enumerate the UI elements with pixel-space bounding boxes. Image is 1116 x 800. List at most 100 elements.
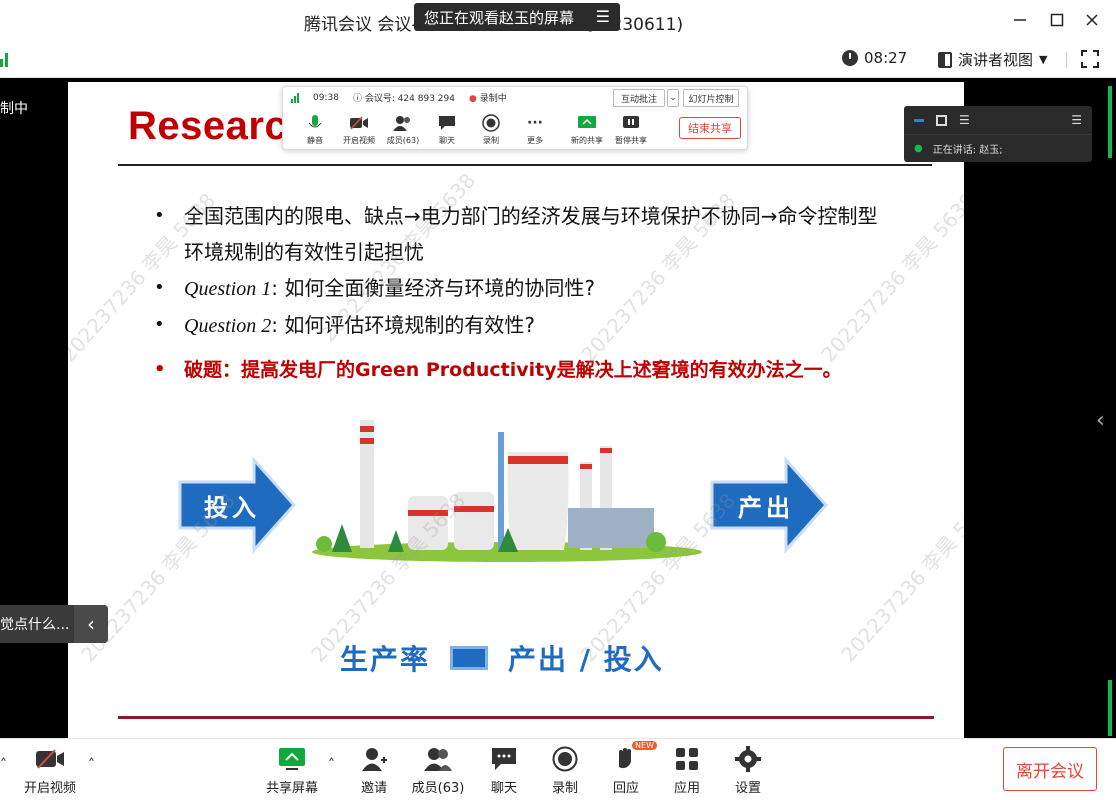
chevron-up-icon[interactable]: ˄: [328, 757, 335, 773]
chat-preview-popup[interactable]: 觉点什么... ‹: [0, 605, 108, 643]
question-text: : 如何评估环境规制的有效性?: [271, 313, 535, 337]
list-icon[interactable]: ☰: [959, 113, 970, 127]
chevron-down-icon: ▼: [1039, 53, 1048, 66]
current-speaker: ● 正在讲话: 赵玉;: [904, 134, 1092, 162]
new-share-button[interactable]: 新的共享: [565, 113, 609, 146]
presentation-slide: Researc 全国范围内的限电、缺点→电力部门的经济发展与环境保护不协同→命令…: [68, 82, 964, 738]
apps-icon: [672, 745, 702, 773]
slide-control-button[interactable]: 幻灯片控制: [683, 89, 739, 107]
speaking-indicator: [1108, 86, 1112, 158]
gear-icon: [733, 745, 763, 773]
speaker-view-icon: [938, 51, 952, 68]
viewing-screen-banner[interactable]: 您正在观看赵玉的屏幕 ☰: [414, 3, 620, 31]
menu-icon[interactable]: ☰: [596, 7, 610, 26]
hand-icon: NEW: [611, 741, 657, 773]
more-button[interactable]: ··· 更多: [513, 113, 557, 146]
view-mode-dropdown[interactable]: 演讲者视图 ▼: [938, 49, 1047, 70]
minimize-icon[interactable]: [1008, 8, 1032, 32]
record-icon: [550, 745, 580, 773]
record-icon: [481, 113, 501, 133]
chat-icon: [437, 113, 457, 133]
input-arrow-label: 投入: [204, 494, 260, 522]
meeting-timer: 08:27: [842, 49, 907, 67]
start-video-button[interactable]: 开启视频: [337, 113, 381, 146]
divider: [118, 716, 934, 719]
bullet-item: 全国范围内的限电、缺点→电力部门的经济发展与环境保护不协同→命令控制型环境规制的…: [154, 198, 894, 270]
chevron-up-icon[interactable]: ˄: [0, 757, 7, 773]
new-badge: NEW: [632, 741, 657, 750]
bullet-item: Question 1: 如何全面衡量经济与环境的协同性?: [154, 270, 894, 307]
power-plant-illustration: [312, 420, 702, 562]
bullet-item: Question 2: 如何评估环境规制的有效性?: [154, 307, 894, 344]
record-button[interactable]: 录制: [535, 745, 595, 796]
members-button[interactable]: 成员(63): [408, 745, 468, 796]
elapsed-time: 08:27: [864, 49, 908, 67]
output-arrow-label: 产出: [738, 494, 794, 522]
speaker-panel: ☰ ☰ ● 正在讲话: 赵玉;: [904, 106, 1092, 162]
invite-button[interactable]: 邀请: [344, 745, 404, 796]
presenter-floating-toolbar: 09:38 ⓘ 会议号: 424 893 294 ● 录制中 互动批注 ⌄ 幻灯…: [282, 86, 748, 150]
chevron-left-icon[interactable]: ‹: [1096, 408, 1105, 433]
speaker-panel-controls: ☰ ☰: [904, 106, 1092, 134]
chat-preview-text: 觉点什么...: [0, 617, 70, 633]
share-screen-button[interactable]: 共享屏幕: [262, 745, 322, 796]
chat-button[interactable]: 聊天: [425, 113, 469, 146]
annotate-button[interactable]: 互动批注: [613, 89, 665, 107]
minimize-icon[interactable]: [914, 118, 924, 122]
collapse-panel-icon[interactable]: ☰: [1071, 113, 1082, 127]
bottom-toolbar: ˄ 开启视频 ˄ 共享屏幕 ˄ 邀请 成员(63) 聊天 录制 NEW 回应 应…: [0, 738, 1116, 800]
fullscreen-icon[interactable]: [1081, 50, 1099, 68]
recording-indicator-text: 制中: [0, 101, 28, 117]
microphone-icon: ●: [914, 143, 923, 154]
settings-button[interactable]: 设置: [718, 745, 778, 796]
apps-button[interactable]: 应用: [657, 745, 717, 796]
video-icon: [349, 113, 369, 133]
view-mode-label: 演讲者视图: [958, 51, 1034, 69]
clock-icon: [842, 50, 858, 66]
chevron-left-icon[interactable]: ‹: [74, 605, 108, 643]
mute-button[interactable]: 静音: [293, 113, 337, 146]
bullet-item-highlight: 破题：提高发电厂的Green Productivity是解决上述窘境的有效办法之…: [154, 352, 894, 388]
share-screen-icon: [277, 745, 307, 773]
react-button[interactable]: NEW 回应: [596, 741, 657, 796]
close-icon[interactable]: [1080, 8, 1104, 32]
chevron-down-icon[interactable]: ⌄: [667, 89, 679, 107]
start-video-button[interactable]: 开启视频: [20, 745, 80, 796]
divider: [1066, 52, 1067, 68]
signal-icon: [291, 92, 299, 103]
more-icon: ···: [527, 115, 543, 131]
divider: [118, 164, 932, 166]
floating-time: 09:38: [313, 92, 339, 103]
recording-status: ● 录制中: [468, 94, 507, 104]
meeting-window: 腾讯会议 会议- 码：230611) 您正在观看赵玉的屏幕 ☰ 08:27 演讲者…: [0, 0, 1116, 800]
members-button[interactable]: 成员(63): [381, 113, 425, 146]
chat-button[interactable]: 聊天: [474, 745, 534, 796]
video-off-icon: [35, 745, 65, 773]
end-share-button[interactable]: 结束共享: [679, 117, 741, 139]
record-button[interactable]: 录制: [469, 113, 513, 146]
maximize-icon[interactable]: [1045, 8, 1069, 32]
question-label: Question 2: [184, 315, 272, 337]
microphone-icon: [305, 113, 325, 133]
members-icon: [423, 745, 453, 773]
share-screen-icon: [577, 113, 597, 133]
watermark: 202237236 李昊 5638: [836, 488, 964, 667]
title-bar: 腾讯会议 会议- 码：230611) 您正在观看赵玉的屏幕 ☰: [0, 0, 1116, 40]
pause-share-button[interactable]: 暂停共享: [609, 113, 653, 146]
meeting-info-bar: 08:27 演讲者视图 ▼: [0, 40, 1116, 78]
floating-bar-info: 09:38 ⓘ 会议号: 424 893 294 ● 录制中: [291, 91, 507, 104]
speaking-indicator: [1108, 680, 1112, 736]
formula-right: 产出 / 投入: [508, 643, 664, 676]
chevron-up-icon[interactable]: ˄: [88, 757, 95, 773]
slide-title: Researc: [128, 104, 288, 148]
pause-icon: [621, 113, 641, 133]
bullet-list: 全国范围内的限电、缺点→电力部门的经济发展与环境保护不协同→命令控制型环境规制的…: [154, 198, 894, 388]
productivity-formula: 生产率 产出 / 投入: [340, 638, 664, 678]
window-icon[interactable]: [936, 114, 947, 126]
chat-icon: [489, 745, 519, 773]
signal-icon: [0, 51, 9, 67]
leave-meeting-button[interactable]: 离开会议: [1003, 747, 1097, 791]
equals-sign: [450, 646, 489, 670]
members-icon: [393, 113, 413, 133]
floating-bar-items: 静音 开启视频 成员(63) 聊天 录制 ··· 更多 新的共享 暂停共享: [293, 113, 653, 146]
